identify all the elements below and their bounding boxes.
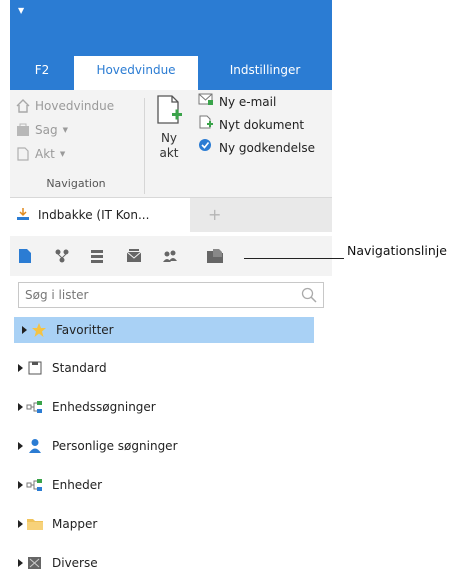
email-icon — [198, 92, 214, 112]
tree-item-label: Diverse — [52, 556, 98, 569]
search-input[interactable] — [19, 283, 289, 307]
ribbon-separator — [144, 98, 145, 194]
tree-item-enheder[interactable]: Enheder — [10, 472, 332, 498]
new-act-button[interactable]: Ny akt — [152, 94, 186, 174]
expand-arrow-icon[interactable] — [18, 403, 23, 411]
chevron-down-icon: ▼ — [59, 150, 66, 158]
people-icon[interactable] — [162, 248, 178, 264]
tree-item-personlige-sogninger[interactable]: Personlige søgninger — [10, 433, 332, 459]
expand-arrow-icon[interactable] — [18, 442, 23, 450]
expand-arrow-icon[interactable] — [18, 559, 23, 567]
search-box[interactable] — [18, 282, 324, 308]
case-icon — [16, 123, 30, 137]
square-icon — [26, 360, 44, 376]
tree-item-label: Standard — [52, 361, 107, 375]
expand-arrow-icon[interactable] — [18, 364, 23, 372]
tree-item-label: Favoritter — [56, 323, 114, 337]
document-tabs: Indbakke (IT Kon... + — [10, 198, 332, 232]
tree-item-enhedssogninger[interactable]: Enhedssøgninger — [10, 394, 332, 420]
new-approval-button[interactable]: Ny godkendelse — [198, 138, 315, 158]
new-act-label-line1: Ny — [160, 131, 178, 145]
tree-item-diverse[interactable]: Diverse — [10, 550, 332, 569]
inbox-download-icon — [16, 207, 30, 224]
expand-arrow-icon[interactable] — [22, 326, 27, 334]
person-icon — [26, 438, 44, 454]
new-email-label: Ny e-mail — [219, 95, 277, 109]
nav-sag-label: Sag — [35, 123, 58, 137]
app-panel: ▼ F2 Hovedvindue Indstillinger Hovedvind… — [10, 0, 332, 569]
callout-line — [244, 258, 344, 259]
nav-sag-button[interactable]: Sag ▼ — [16, 120, 68, 140]
ribbon: Hovedvindue Sag ▼ Akt ▼ Navigation Ny ak… — [10, 90, 332, 198]
expand-arrow-icon[interactable] — [18, 481, 23, 489]
tab-hovedvindue[interactable]: Hovedvindue — [74, 56, 198, 90]
home-icon — [16, 99, 30, 113]
tree-item-label: Personlige søgninger — [52, 439, 178, 453]
new-approval-label: Ny godkendelse — [219, 141, 315, 155]
add-tab-icon[interactable]: + — [208, 205, 221, 224]
new-act-label-line2: akt — [159, 146, 179, 160]
tab-indbakke-label: Indbakke (IT Kon... — [38, 208, 150, 222]
tree-item-favoritter[interactable]: Favoritter — [14, 317, 314, 343]
ribbon-tabs: F2 Hovedvindue Indstillinger — [10, 56, 332, 90]
tree-item-mapper[interactable]: Mapper — [10, 511, 332, 537]
new-document-label: Nyt dokument — [219, 118, 305, 132]
document-plus-icon — [198, 115, 214, 135]
navigation-group-label: Navigation — [46, 177, 106, 190]
nav-hovedvindue-button[interactable]: Hovedvindue — [16, 96, 114, 116]
misc-icon — [26, 555, 44, 569]
folder-doc-icon[interactable] — [206, 248, 223, 264]
new-email-button[interactable]: Ny e-mail — [198, 92, 276, 112]
tab-f2[interactable]: F2 — [10, 56, 74, 90]
list-icon[interactable] — [90, 248, 106, 264]
unit-search-icon — [26, 399, 44, 415]
chevron-down-icon: ▼ — [62, 126, 68, 134]
navigation-bar — [10, 236, 332, 276]
approval-check-icon — [198, 138, 214, 158]
quick-access-dropdown-icon[interactable]: ▼ — [18, 6, 24, 15]
tree-item-label: Enheder — [52, 478, 103, 492]
nav-hovedvindue-label: Hovedvindue — [35, 99, 115, 113]
star-icon — [30, 322, 48, 338]
tree-item-label: Mapper — [52, 517, 98, 531]
document-icon[interactable] — [18, 248, 34, 264]
tree-item-standard[interactable]: Standard — [10, 355, 332, 381]
search-icon[interactable] — [301, 287, 317, 306]
nav-akt-button[interactable]: Akt ▼ — [16, 144, 65, 164]
nav-akt-label: Akt — [35, 147, 55, 161]
new-document-icon — [154, 95, 184, 129]
tab-indstillinger[interactable]: Indstillinger — [198, 56, 332, 90]
tree-item-label: Enhedssøgninger — [52, 400, 156, 414]
folder-icon — [26, 516, 44, 532]
tab-indbakke[interactable]: Indbakke (IT Kon... — [10, 198, 190, 232]
callout-label: Navigationslinje — [347, 243, 447, 258]
document-outline-icon — [16, 147, 30, 161]
title-bar: ▼ F2 Hovedvindue Indstillinger — [10, 0, 332, 90]
units-icon — [26, 477, 44, 493]
new-document-button[interactable]: Nyt dokument — [198, 115, 304, 135]
org-tree-icon[interactable] — [54, 248, 70, 264]
mail-stack-icon[interactable] — [126, 248, 142, 264]
expand-arrow-icon[interactable] — [18, 520, 23, 528]
